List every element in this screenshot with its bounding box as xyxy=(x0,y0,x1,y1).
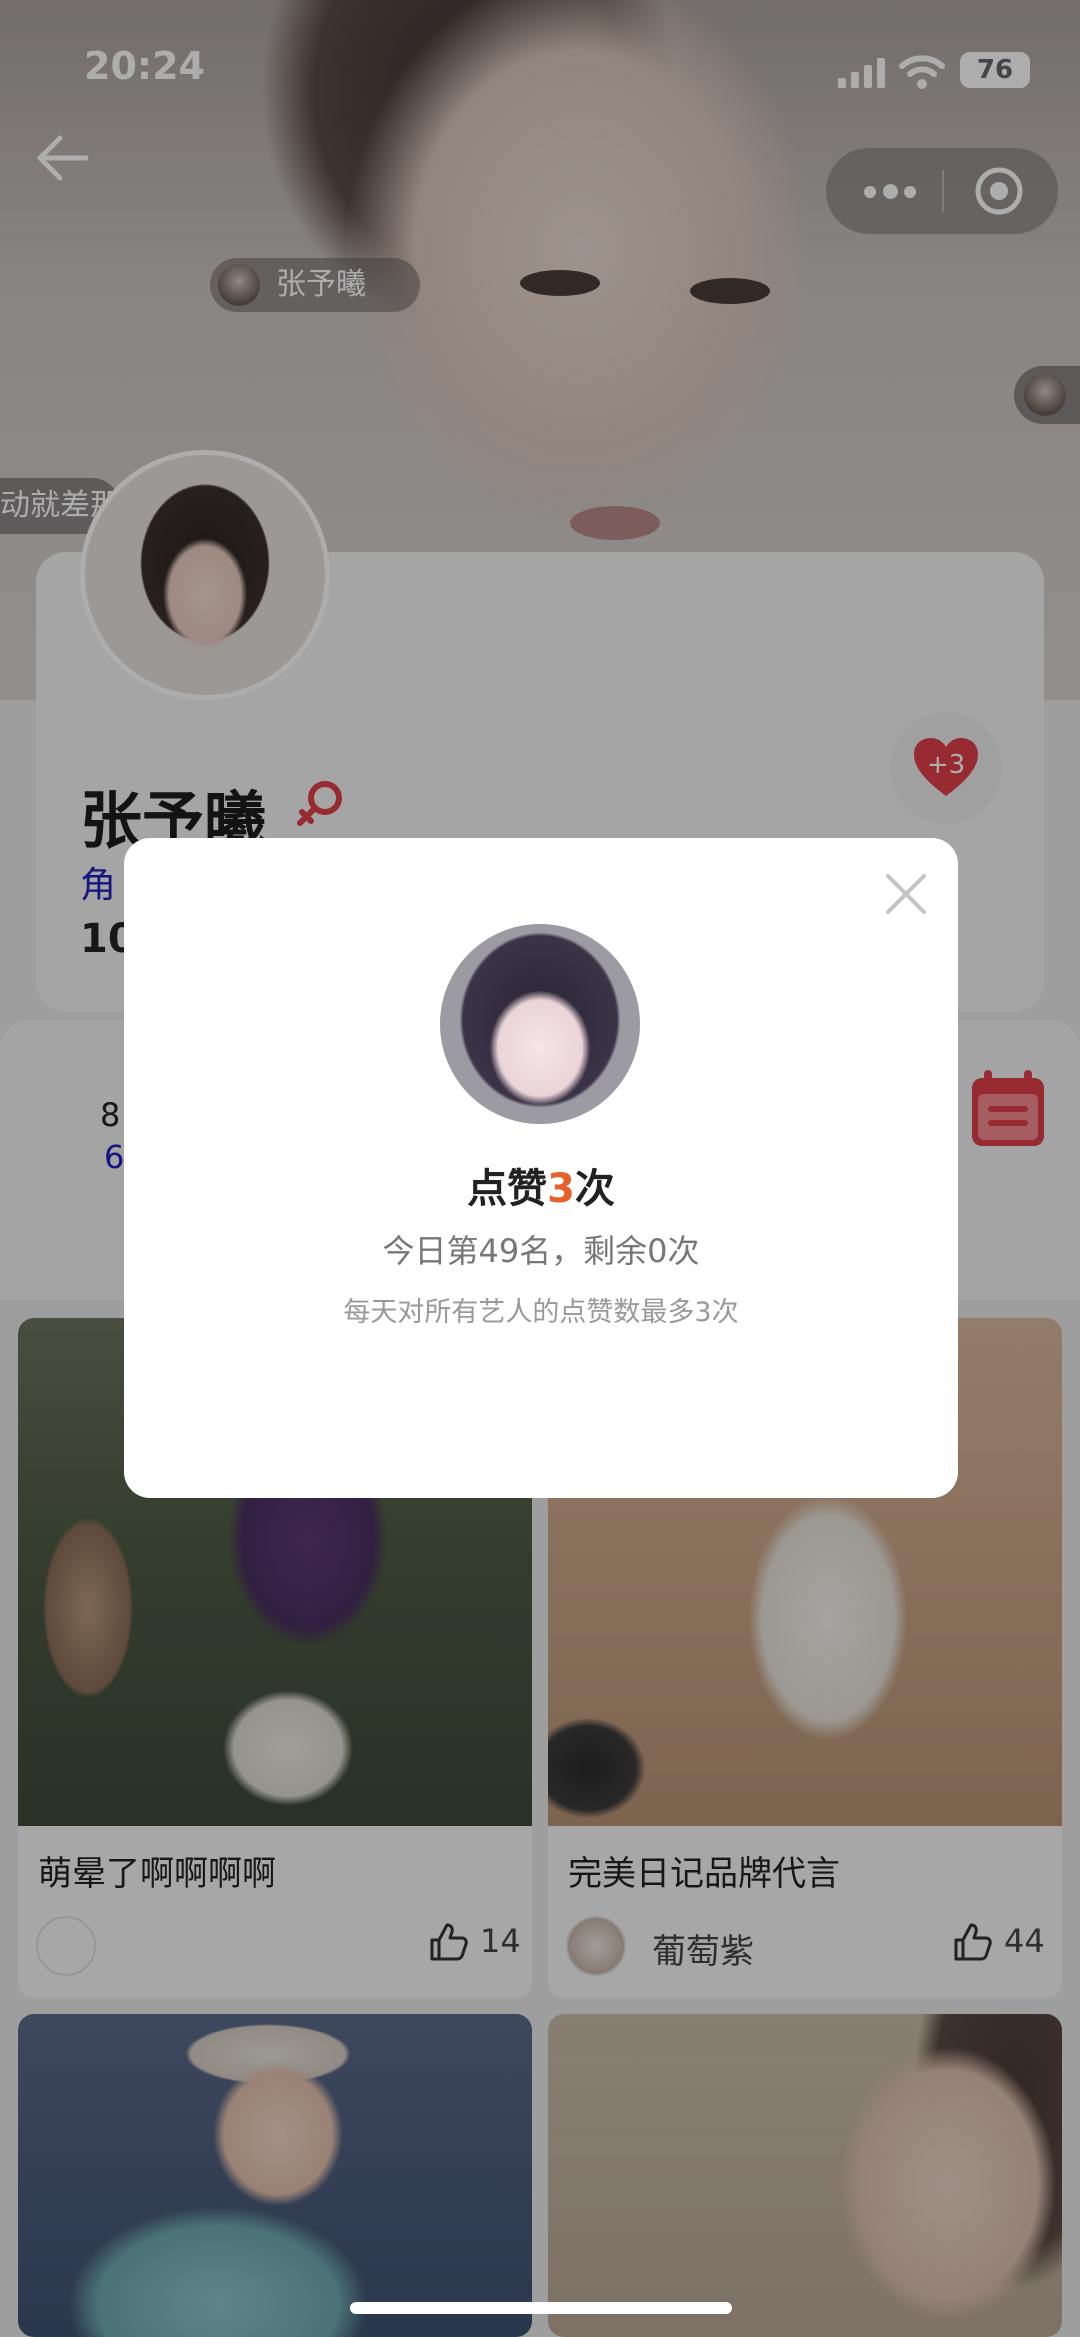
like-result-dialog: 点赞3次 今日第49名，剩余0次 每天对所有艺人的点赞数最多3次 xyxy=(124,838,958,1498)
close-icon[interactable] xyxy=(884,872,928,916)
like-count-title: 点赞3次 xyxy=(124,1156,958,1214)
daily-limit-note: 每天对所有艺人的点赞数最多3次 xyxy=(343,1297,739,1328)
like-title-prefix: 点赞 xyxy=(467,1166,548,1212)
home-indicator xyxy=(350,2302,732,2314)
user-avatar xyxy=(440,924,640,1124)
rank-remaining-text: 今日第49名，剩余0次 xyxy=(382,1232,700,1270)
like-title-count: 3 xyxy=(547,1166,575,1212)
like-title-suffix: 次 xyxy=(574,1166,615,1212)
